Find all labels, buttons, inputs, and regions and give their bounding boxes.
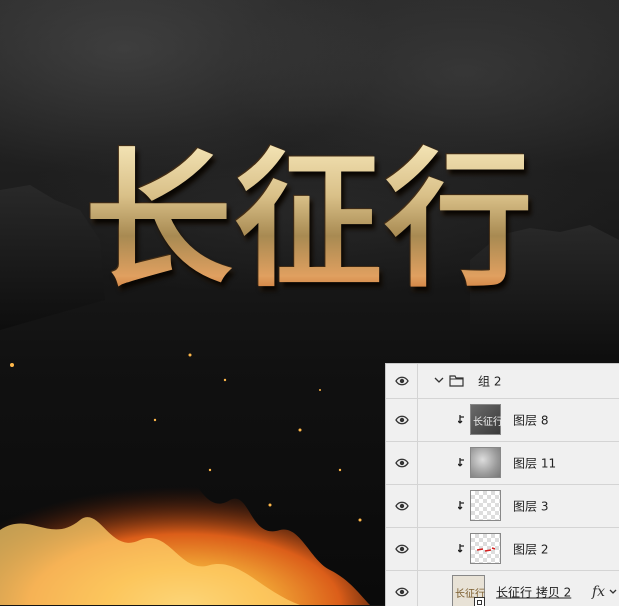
layer-name: 图层 2 — [513, 542, 549, 557]
visibility-toggle[interactable] — [386, 364, 418, 398]
eye-icon — [395, 501, 409, 511]
visibility-toggle[interactable] — [386, 485, 418, 527]
clipping-mask-icon — [458, 458, 464, 467]
layer-thumbnail — [470, 533, 501, 564]
layer-thumbnail: 长征行 — [452, 575, 485, 606]
visibility-toggle[interactable] — [386, 571, 418, 606]
eye-icon — [395, 587, 409, 597]
folder-icon — [449, 375, 464, 387]
layer-thumbnail: 长征行 — [470, 404, 503, 435]
layer-name: 图层 11 — [513, 456, 557, 471]
eye-icon — [395, 458, 409, 468]
layer-thumbnail — [470, 490, 501, 521]
thumbnail-text: 长征行 — [473, 417, 503, 428]
layer-row[interactable]: 图层 11 — [386, 442, 619, 485]
artwork-title: 长征行 — [0, 140, 619, 300]
layers-panel: 组 2 长征行 图层 8 图层 11 图层 3 图层 2 长征行 长征行 拷贝 … — [385, 363, 619, 606]
clipping-mask-icon — [458, 415, 464, 424]
red-marks-graphic — [477, 547, 495, 552]
fx-icon[interactable]: fx — [592, 584, 605, 600]
clipping-mask-icon — [458, 544, 464, 553]
layer-group-row[interactable]: 组 2 — [386, 364, 619, 399]
layer-row[interactable]: 图层 2 — [386, 528, 619, 571]
layer-row[interactable]: 长征行 图层 8 — [386, 399, 619, 442]
layer-name: 长征行 拷贝 2 — [496, 585, 572, 600]
layer-thumbnail — [470, 447, 501, 478]
layer-row[interactable]: 图层 3 — [386, 485, 619, 528]
eye-icon — [395, 415, 409, 425]
chevron-down-icon[interactable] — [434, 375, 444, 385]
clipping-mask-icon — [458, 501, 464, 510]
visibility-toggle[interactable] — [386, 528, 418, 570]
layer-row[interactable]: 长征行 长征行 拷贝 2 fx — [386, 571, 619, 606]
chevron-down-icon[interactable] — [609, 589, 617, 595]
eye-icon — [395, 544, 409, 554]
layer-name: 组 2 — [478, 374, 502, 389]
visibility-toggle[interactable] — [386, 399, 418, 441]
layer-name: 图层 8 — [513, 413, 549, 428]
layer-name: 图层 3 — [513, 499, 549, 514]
visibility-toggle[interactable] — [386, 442, 418, 484]
eye-icon — [395, 376, 409, 386]
